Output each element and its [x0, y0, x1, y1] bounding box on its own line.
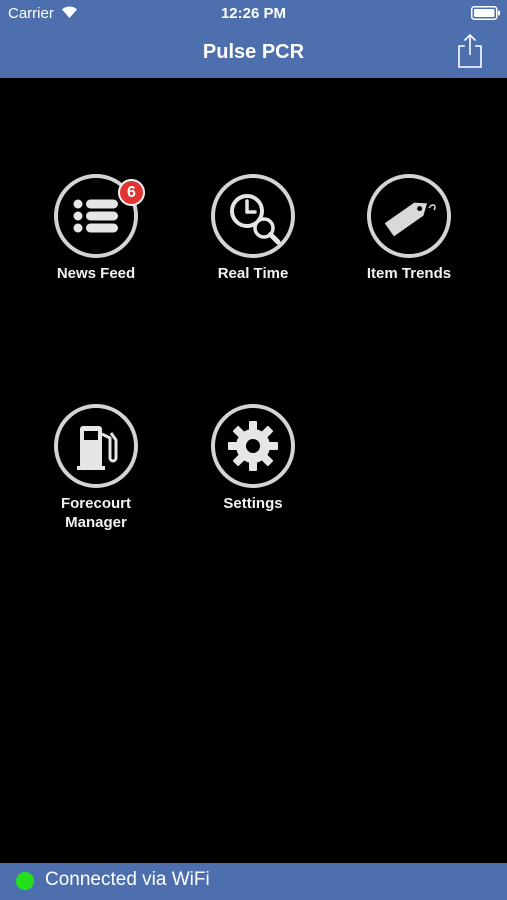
tile-label: News Feed: [56, 265, 136, 282]
tile-label: Settings: [223, 495, 283, 512]
connection-status-text: Connected via WiFi: [45, 869, 210, 890]
status-time: 12:26 PM: [220, 5, 287, 22]
notification-badge: 6: [118, 179, 145, 206]
tile-icon-ring: [211, 404, 295, 488]
navigation-bar: Carrier 12:26 PM Pulse PCR: [0, 0, 507, 78]
status-bar: Carrier 12:26 PM: [0, 0, 507, 28]
fuel-pump-icon: [77, 426, 118, 470]
tile-icon-ring: [367, 174, 451, 258]
battery-icon: [471, 6, 500, 20]
clock-search-icon: [230, 194, 281, 245]
tile-label: Forecourt Manager: [60, 495, 131, 531]
gear-icon: [228, 421, 278, 471]
connection-status-dot: [16, 872, 34, 890]
tile-icon-ring: [211, 174, 295, 258]
tile-icon-ring: [54, 404, 138, 488]
connection-status-bar: Connected via WiFi: [0, 863, 507, 900]
share-icon[interactable]: [456, 33, 484, 69]
tile-label: Item Trends: [366, 265, 452, 282]
page-title: Pulse PCR: [202, 41, 305, 63]
app-screen: Carrier 12:26 PM Pulse PCR 6 News Feed R…: [0, 0, 507, 900]
tag-icon: [384, 202, 436, 237]
tile-label: Real Time: [217, 265, 289, 282]
